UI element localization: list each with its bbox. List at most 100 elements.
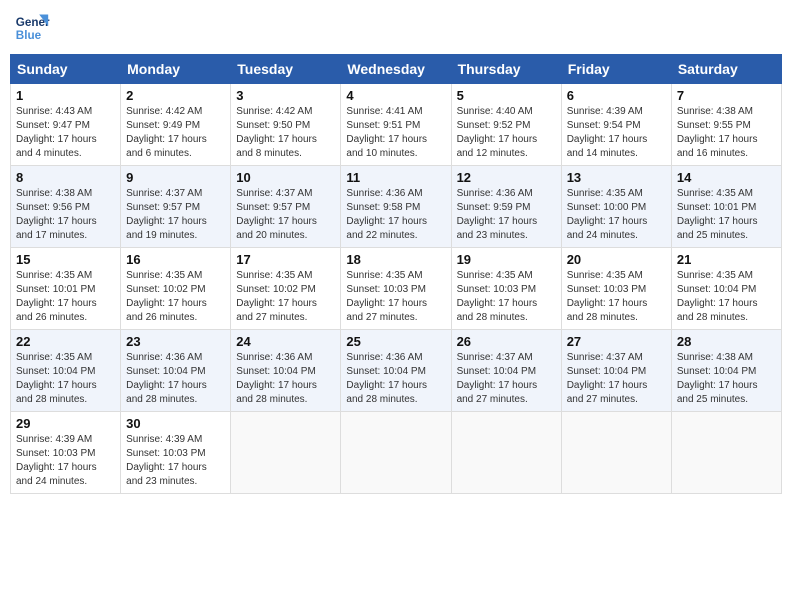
day-number: 29 (16, 416, 115, 431)
day-cell: 12 Sunrise: 4:36 AM Sunset: 9:59 PM Dayli… (451, 166, 561, 248)
day-info: Sunrise: 4:35 AM Sunset: 10:02 PM Daylig… (126, 269, 225, 325)
week-row-4: 22 Sunrise: 4:35 AM Sunset: 10:04 PM Dayl… (11, 330, 782, 412)
day-number: 18 (346, 252, 445, 267)
day-cell: 25 Sunrise: 4:36 AM Sunset: 10:04 PM Dayl… (341, 330, 451, 412)
day-number: 30 (126, 416, 225, 431)
day-cell: 4 Sunrise: 4:41 AM Sunset: 9:51 PM Daylig… (341, 84, 451, 166)
day-number: 25 (346, 334, 445, 349)
logo-icon: General Blue (14, 10, 50, 46)
day-info: Sunrise: 4:37 AM Sunset: 10:04 PM Daylig… (567, 351, 666, 407)
day-cell: 26Sunrise: 4:37 AM Sunset: 10:04 PM Dayl… (451, 330, 561, 412)
day-number: 10 (236, 170, 335, 185)
day-info: Sunrise: 4:41 AM Sunset: 9:51 PM Dayligh… (346, 105, 445, 161)
day-info: Sunrise: 4:36 AM Sunset: 10:04 PM Daylig… (346, 351, 445, 407)
day-info: Sunrise: 4:36 AM Sunset: 9:58 PM Dayligh… (346, 187, 445, 243)
week-row-1: 1Sunrise: 4:43 AM Sunset: 9:47 PM Daylig… (11, 84, 782, 166)
header-cell-sunday: Sunday (11, 55, 121, 84)
day-number: 28 (677, 334, 776, 349)
day-info: Sunrise: 4:35 AM Sunset: 10:04 PM Daylig… (677, 269, 776, 325)
day-number: 12 (457, 170, 556, 185)
day-cell: 20 Sunrise: 4:35 AM Sunset: 10:03 PM Dayl… (561, 248, 671, 330)
day-number: 9 (126, 170, 225, 185)
day-cell: 27 Sunrise: 4:37 AM Sunset: 10:04 PM Dayl… (561, 330, 671, 412)
day-cell (451, 412, 561, 494)
day-info: Sunrise: 4:35 AM Sunset: 10:01 PM Daylig… (677, 187, 776, 243)
day-cell: 30 Sunrise: 4:39 AM Sunset: 10:03 PM Dayl… (121, 412, 231, 494)
day-number: 22 (16, 334, 115, 349)
day-info: Sunrise: 4:35 AM Sunset: 10:02 PM Daylig… (236, 269, 335, 325)
day-cell (341, 412, 451, 494)
day-cell: 3 Sunrise: 4:42 AM Sunset: 9:50 PM Daylig… (231, 84, 341, 166)
day-cell: 9 Sunrise: 4:37 AM Sunset: 9:57 PM Daylig… (121, 166, 231, 248)
day-number: 27 (567, 334, 666, 349)
day-info: Sunrise: 4:35 AM Sunset: 10:03 PM Daylig… (567, 269, 666, 325)
calendar-table: SundayMondayTuesdayWednesdayThursdayFrid… (10, 54, 782, 494)
day-cell: 15 Sunrise: 4:35 AM Sunset: 10:01 PM Dayl… (11, 248, 121, 330)
day-number: 4 (346, 88, 445, 103)
day-number: 2 (126, 88, 225, 103)
day-cell: 10 Sunrise: 4:37 AM Sunset: 9:57 PM Dayli… (231, 166, 341, 248)
header-cell-monday: Monday (121, 55, 231, 84)
day-info: Sunrise: 4:43 AM Sunset: 9:47 PM Dayligh… (16, 105, 115, 161)
logo: General Blue (14, 10, 50, 46)
day-cell: 2 Sunrise: 4:42 AM Sunset: 9:49 PM Daylig… (121, 84, 231, 166)
day-number: 24 (236, 334, 335, 349)
day-number: 11 (346, 170, 445, 185)
day-info: Sunrise: 4:37 AM Sunset: 9:57 PM Dayligh… (126, 187, 225, 243)
day-cell: 29 Sunrise: 4:39 AM Sunset: 10:03 PM Dayl… (11, 412, 121, 494)
day-cell: 7 Sunrise: 4:38 AM Sunset: 9:55 PM Daylig… (671, 84, 781, 166)
day-info: Sunrise: 4:40 AM Sunset: 9:52 PM Dayligh… (457, 105, 556, 161)
day-number: 23 (126, 334, 225, 349)
day-info: Sunrise: 4:37 AM Sunset: 9:57 PM Dayligh… (236, 187, 335, 243)
day-number: 8 (16, 170, 115, 185)
day-cell: 21 Sunrise: 4:35 AM Sunset: 10:04 PM Dayl… (671, 248, 781, 330)
day-cell: 8 Sunrise: 4:38 AM Sunset: 9:56 PM Daylig… (11, 166, 121, 248)
day-cell: 28 Sunrise: 4:38 AM Sunset: 10:04 PM Dayl… (671, 330, 781, 412)
day-info: Sunrise: 4:38 AM Sunset: 10:04 PM Daylig… (677, 351, 776, 407)
day-number: 16 (126, 252, 225, 267)
day-info: Sunrise: 4:42 AM Sunset: 9:50 PM Dayligh… (236, 105, 335, 161)
day-number: 5 (457, 88, 556, 103)
day-cell: 13 Sunrise: 4:35 AM Sunset: 10:00 PM Dayl… (561, 166, 671, 248)
day-number: 26 (457, 334, 556, 349)
header-cell-wednesday: Wednesday (341, 55, 451, 84)
day-number: 7 (677, 88, 776, 103)
day-number: 17 (236, 252, 335, 267)
day-info: Sunrise: 4:35 AM Sunset: 10:00 PM Daylig… (567, 187, 666, 243)
day-info: Sunrise: 4:39 AM Sunset: 9:54 PM Dayligh… (567, 105, 666, 161)
week-row-5: 29 Sunrise: 4:39 AM Sunset: 10:03 PM Dayl… (11, 412, 782, 494)
header-cell-tuesday: Tuesday (231, 55, 341, 84)
day-number: 15 (16, 252, 115, 267)
day-cell: 16 Sunrise: 4:35 AM Sunset: 10:02 PM Dayl… (121, 248, 231, 330)
day-info: Sunrise: 4:35 AM Sunset: 10:03 PM Daylig… (457, 269, 556, 325)
day-cell: 19Sunrise: 4:35 AM Sunset: 10:03 PM Dayl… (451, 248, 561, 330)
week-row-2: 8 Sunrise: 4:38 AM Sunset: 9:56 PM Daylig… (11, 166, 782, 248)
day-cell: 14 Sunrise: 4:35 AM Sunset: 10:01 PM Dayl… (671, 166, 781, 248)
day-cell (671, 412, 781, 494)
day-number: 6 (567, 88, 666, 103)
day-info: Sunrise: 4:39 AM Sunset: 10:03 PM Daylig… (126, 433, 225, 489)
header-row: SundayMondayTuesdayWednesdayThursdayFrid… (11, 55, 782, 84)
day-number: 3 (236, 88, 335, 103)
day-cell: 6 Sunrise: 4:39 AM Sunset: 9:54 PM Daylig… (561, 84, 671, 166)
day-number: 14 (677, 170, 776, 185)
day-info: Sunrise: 4:35 AM Sunset: 10:04 PM Daylig… (16, 351, 115, 407)
day-cell: 17 Sunrise: 4:35 AM Sunset: 10:02 PM Dayl… (231, 248, 341, 330)
day-info: Sunrise: 4:36 AM Sunset: 9:59 PM Dayligh… (457, 187, 556, 243)
day-cell: 1Sunrise: 4:43 AM Sunset: 9:47 PM Daylig… (11, 84, 121, 166)
day-info: Sunrise: 4:39 AM Sunset: 10:03 PM Daylig… (16, 433, 115, 489)
day-info: Sunrise: 4:36 AM Sunset: 10:04 PM Daylig… (126, 351, 225, 407)
day-info: Sunrise: 4:42 AM Sunset: 9:49 PM Dayligh… (126, 105, 225, 161)
day-info: Sunrise: 4:38 AM Sunset: 9:55 PM Dayligh… (677, 105, 776, 161)
day-info: Sunrise: 4:35 AM Sunset: 10:01 PM Daylig… (16, 269, 115, 325)
svg-text:Blue: Blue (16, 29, 42, 42)
day-cell (561, 412, 671, 494)
day-number: 21 (677, 252, 776, 267)
header-cell-friday: Friday (561, 55, 671, 84)
day-number: 13 (567, 170, 666, 185)
day-info: Sunrise: 4:38 AM Sunset: 9:56 PM Dayligh… (16, 187, 115, 243)
header: General Blue (10, 10, 782, 46)
day-cell: 5 Sunrise: 4:40 AM Sunset: 9:52 PM Daylig… (451, 84, 561, 166)
day-number: 20 (567, 252, 666, 267)
week-row-3: 15 Sunrise: 4:35 AM Sunset: 10:01 PM Dayl… (11, 248, 782, 330)
